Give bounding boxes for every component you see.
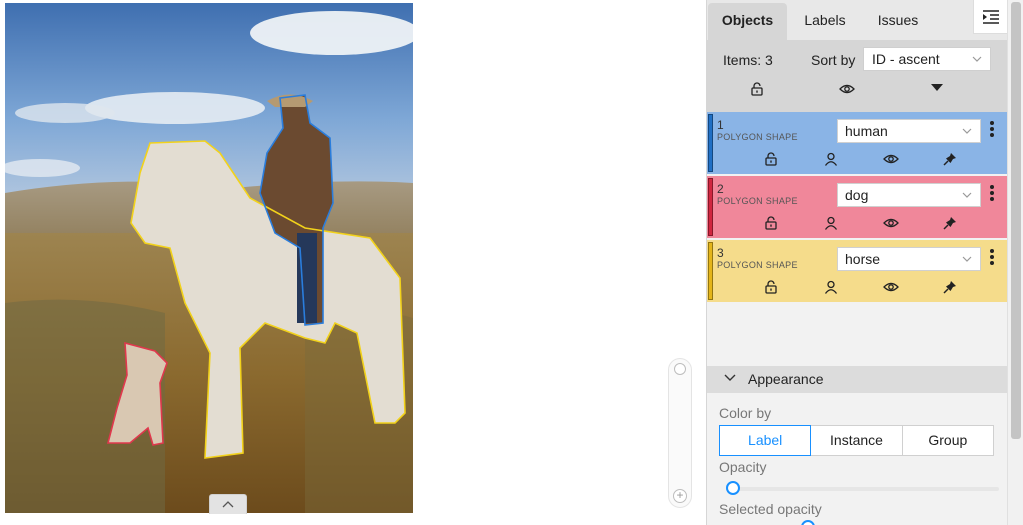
collapse-sidebar-icon: [983, 9, 999, 24]
zoom-slider[interactable]: +: [668, 358, 692, 508]
unlock-icon[interactable]: [764, 280, 778, 299]
appearance-section-header[interactable]: Appearance: [707, 366, 1007, 393]
color-by-label: Color by: [719, 405, 772, 421]
unlock-icon[interactable]: [764, 216, 778, 235]
sidebar-tabs: Objects Labels Issues: [707, 0, 1007, 40]
object-color-stripe: [708, 114, 713, 172]
object-card-3[interactable]: 3 POLYGON SHAPE horse: [707, 240, 1007, 302]
pin-icon[interactable]: [943, 280, 957, 299]
collapse-sidebar-button[interactable]: [973, 0, 1007, 34]
object-id: 3: [717, 246, 724, 260]
annotation-canvas[interactable]: +: [0, 0, 706, 525]
chevron-down-icon: [962, 248, 972, 279]
expand-all-caret-icon[interactable]: [931, 84, 943, 91]
objects-sidebar: Objects Labels Issues Items: 3 Sort by I…: [706, 0, 1007, 525]
tab-labels[interactable]: Labels: [797, 3, 853, 40]
annotated-photo[interactable]: [5, 3, 413, 513]
object-label-value: horse: [845, 251, 881, 267]
chevron-down-icon: [962, 184, 972, 215]
eye-icon[interactable]: [883, 280, 899, 298]
user-icon[interactable]: [824, 280, 838, 299]
object-menu-icon[interactable]: [989, 119, 995, 139]
user-icon[interactable]: [824, 216, 838, 235]
sidebar-scrollbar[interactable]: [1007, 0, 1023, 525]
eye-icon[interactable]: [883, 152, 899, 170]
annotation-app: + Objects Labels Issues Items: 3 Sort by…: [0, 0, 1023, 525]
object-menu-icon[interactable]: [989, 183, 995, 203]
object-id: 2: [717, 182, 724, 196]
chevron-down-icon: [972, 48, 982, 79]
chevron-down-icon: [962, 120, 972, 151]
chevron-down-icon: [724, 371, 736, 390]
object-label-value: dog: [845, 187, 869, 203]
opacity-slider-handle[interactable]: [726, 481, 740, 495]
tab-objects[interactable]: Objects: [708, 3, 787, 40]
object-shape-type: POLYGON SHAPE: [717, 260, 798, 270]
selected-opacity-label: Selected opacity: [719, 501, 822, 517]
appearance-title: Appearance: [748, 371, 824, 387]
object-menu-icon[interactable]: [989, 247, 995, 267]
object-label-select[interactable]: horse: [837, 247, 981, 271]
sort-by-value: ID - ascent: [872, 51, 940, 67]
show-all-eye-icon[interactable]: [839, 82, 855, 100]
color-by-label-option[interactable]: Label: [719, 425, 812, 456]
items-count: Items: 3: [723, 52, 773, 68]
object-label-select[interactable]: dog: [837, 183, 981, 207]
object-shape-type: POLYGON SHAPE: [717, 132, 798, 142]
zoom-slider-handle[interactable]: [674, 363, 686, 375]
sort-by-select[interactable]: ID - ascent: [863, 47, 991, 71]
objects-list-header: Items: 3 Sort by ID - ascent: [707, 40, 1007, 112]
sort-by-label: Sort by: [811, 52, 856, 68]
object-id: 1: [717, 118, 724, 132]
object-label-value: human: [845, 123, 888, 139]
object-card-2[interactable]: 2 POLYGON SHAPE dog: [707, 176, 1007, 238]
object-shape-type: POLYGON SHAPE: [717, 196, 798, 206]
bottom-panel-toggle[interactable]: [209, 494, 247, 514]
eye-icon[interactable]: [883, 216, 899, 234]
opacity-label: Opacity: [719, 459, 767, 475]
selected-opacity-slider-handle[interactable]: [801, 520, 815, 525]
lock-all-icon[interactable]: [750, 82, 764, 101]
pin-icon[interactable]: [943, 152, 957, 171]
opacity-slider[interactable]: [727, 487, 999, 491]
object-label-select[interactable]: human: [837, 119, 981, 143]
color-by-group-option[interactable]: Group: [902, 425, 994, 456]
object-color-stripe: [708, 178, 713, 236]
scrollbar-thumb[interactable]: [1011, 2, 1021, 439]
tab-issues[interactable]: Issues: [870, 3, 926, 40]
zoom-in-icon[interactable]: +: [673, 489, 687, 503]
user-icon[interactable]: [824, 152, 838, 171]
pin-icon[interactable]: [943, 216, 957, 235]
color-by-segmented-control: Label Instance Group: [719, 425, 994, 456]
unlock-icon[interactable]: [764, 152, 778, 171]
color-by-instance-option[interactable]: Instance: [811, 425, 903, 456]
object-color-stripe: [708, 242, 713, 300]
object-card-1[interactable]: 1 POLYGON SHAPE human: [707, 112, 1007, 174]
chevron-up-icon: [222, 501, 234, 508]
